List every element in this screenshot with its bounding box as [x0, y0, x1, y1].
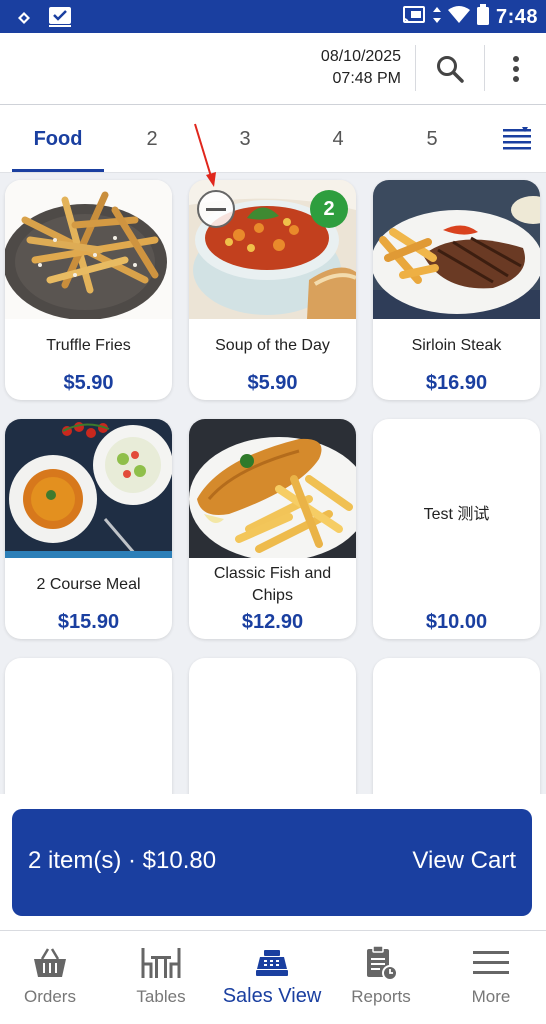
item-price: $12.90: [241, 611, 304, 633]
item-name: Sirloin Steak: [411, 337, 502, 354]
search-button[interactable]: [430, 49, 470, 89]
tab-2[interactable]: 2: [106, 105, 198, 173]
view-cart-label: View Cart: [412, 847, 516, 874]
datetime-display: 08/10/2025 07:48 PM: [321, 46, 401, 90]
app-header: 08/10/2025 07:48 PM: [0, 33, 546, 105]
item-name: Soup of the Day: [215, 337, 330, 354]
item-name: Classic Fish and Chips: [213, 565, 332, 604]
fish-and-chips-image: [189, 419, 356, 558]
data-arrows-icon: [432, 6, 442, 29]
checkbox-notification-icon: [48, 6, 72, 33]
divider: [484, 45, 485, 91]
nav-more[interactable]: More: [441, 943, 541, 1007]
tab-4[interactable]: 4: [292, 105, 384, 173]
battery-icon: [476, 4, 490, 31]
menu-item-soup-of-the-day[interactable]: 2 Soup of the Day $5.90: [189, 180, 356, 400]
more-vertical-icon: [513, 56, 519, 82]
item-price: $16.90: [425, 372, 488, 394]
tab-3[interactable]: 3: [199, 105, 291, 173]
item-name: Truffle Fries: [46, 337, 131, 354]
basket-icon: [30, 943, 70, 983]
tab-5[interactable]: 5: [386, 105, 478, 173]
bottom-navigation: Orders Tables Sales View Reports More: [0, 930, 546, 1024]
divider: [415, 45, 416, 91]
menu-item-empty[interactable]: [5, 658, 172, 794]
nav-label: More: [471, 987, 511, 1006]
status-time: 7:48: [495, 6, 538, 28]
quantity-badge: 2: [310, 190, 348, 228]
cart-bar-container: 2 item(s) · $10.80 View Cart: [0, 794, 546, 930]
search-icon: [437, 56, 464, 83]
nav-label: Sales View: [222, 985, 322, 1007]
status-bar: 7:48: [0, 0, 546, 33]
menu-item-2-course-meal[interactable]: 2 Course Meal $15.90: [5, 419, 172, 639]
view-cart-button[interactable]: 2 item(s) · $10.80 View Cart: [12, 809, 532, 916]
item-name: 2 Course Meal: [36, 576, 141, 593]
table-chairs-icon: [141, 943, 181, 983]
cart-summary: 2 item(s) · $10.80: [28, 847, 217, 874]
menu-item-truffle-fries[interactable]: Truffle Fries $5.90: [5, 180, 172, 400]
item-price: $15.90: [57, 611, 120, 633]
wifi-icon: [447, 6, 470, 29]
cash-register-icon: [252, 943, 292, 983]
app-screen: 7:48 08/10/2025 07:48 PM Food 2 3 4 5 Tr…: [0, 0, 546, 1024]
sirloin-steak-image: [373, 180, 540, 319]
category-tabs: Food 2 3 4 5: [0, 105, 546, 173]
minus-icon: [206, 207, 226, 211]
item-price: $10.00: [425, 611, 488, 633]
hamburger-menu-icon: [471, 943, 511, 983]
header-date: 08/10/2025: [320, 48, 401, 65]
2-course-meal-image: [5, 419, 172, 558]
tab-food[interactable]: Food: [12, 105, 104, 173]
nav-app-icon: [18, 11, 30, 29]
nav-label: Orders: [24, 987, 76, 1006]
item-price: $5.90: [247, 372, 298, 394]
nav-label: Reports: [351, 987, 411, 1006]
decrease-quantity-button[interactable]: [197, 190, 235, 228]
menu-item-grid: Truffle Fries $5.90 2 Soup of the Day $5…: [0, 173, 546, 794]
nav-label: Tables: [136, 987, 186, 1006]
item-name: Test 测试: [423, 506, 490, 523]
nav-reports[interactable]: Reports: [331, 943, 431, 1007]
menu-item-empty[interactable]: [189, 658, 356, 794]
list-settings-icon: [503, 127, 531, 150]
cast-icon: [402, 5, 426, 30]
item-price: $5.90: [63, 372, 114, 394]
header-time: 07:48 PM: [332, 70, 401, 87]
menu-item-empty[interactable]: [373, 658, 540, 794]
overflow-menu-button[interactable]: [496, 49, 536, 89]
category-list-button[interactable]: [492, 105, 542, 173]
clipboard-clock-icon: [361, 943, 401, 983]
nav-orders[interactable]: Orders: [0, 943, 100, 1007]
nav-tables[interactable]: Tables: [111, 943, 211, 1007]
truffle-fries-image: [5, 180, 172, 319]
menu-item-classic-fish-and-chips[interactable]: Classic Fish and Chips $12.90: [189, 419, 356, 639]
menu-item-test[interactable]: Test 测试 $10.00: [373, 419, 540, 639]
nav-sales-view[interactable]: Sales View: [222, 943, 322, 1008]
menu-item-sirloin-steak[interactable]: Sirloin Steak $16.90: [373, 180, 540, 400]
